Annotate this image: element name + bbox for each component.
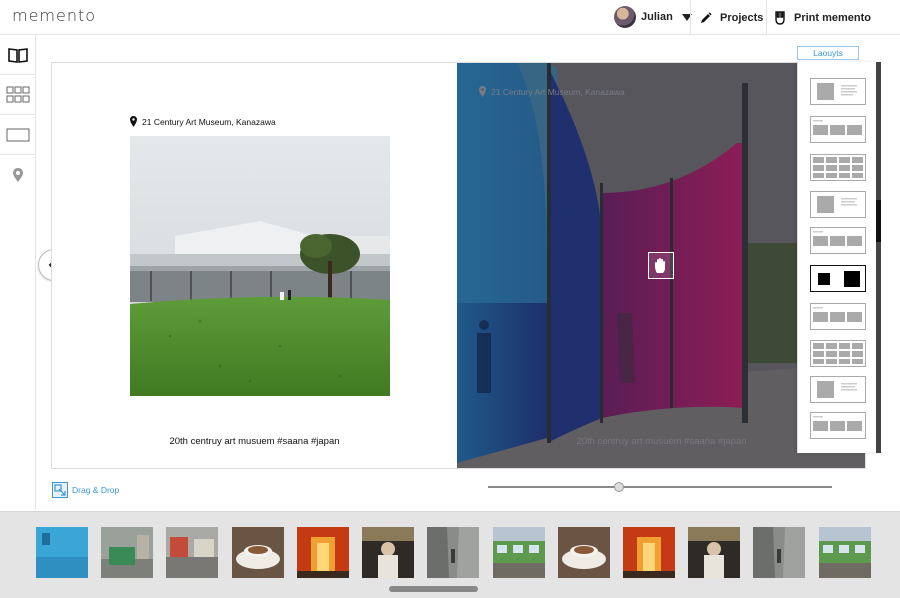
photo-filmstrip	[0, 511, 900, 598]
print-hand-icon	[775, 10, 785, 25]
museum-photo-image	[130, 136, 390, 396]
single-page-icon	[6, 128, 29, 141]
drag-handle[interactable]	[648, 252, 674, 279]
photo-thumbnail-pool[interactable]	[36, 527, 88, 578]
filmstrip-scrollbar[interactable]	[389, 586, 478, 592]
drag-drop-icon	[52, 482, 68, 498]
app-logo[interactable]: memento	[12, 6, 96, 25]
layout-photo-text[interactable]	[810, 78, 866, 105]
divider	[766, 0, 767, 35]
drag-drop-label: Drag & Drop	[72, 485, 120, 495]
location-label: 21 Century Art Museum, Kanazawa	[130, 116, 276, 127]
layout-three-row[interactable]	[810, 116, 866, 143]
divider	[690, 0, 691, 35]
layout-three-row[interactable]	[810, 227, 866, 254]
drag-drop-toggle[interactable]: Drag & Drop	[52, 482, 119, 498]
layout-three-row[interactable]	[810, 303, 866, 330]
pencil-icon	[701, 11, 712, 23]
layout-grid-8[interactable]	[810, 340, 866, 367]
layout-grid-8[interactable]	[810, 154, 866, 181]
photo-thumbnail-street-bus[interactable]	[101, 527, 153, 578]
map-pin-icon	[479, 86, 486, 97]
zoom-slider[interactable]	[488, 486, 832, 488]
projects-label: Projects	[720, 11, 764, 24]
layouts-panel	[797, 62, 878, 453]
map-view-button[interactable]	[0, 155, 35, 195]
top-bar: memento Julian Projects Print memento	[0, 0, 900, 35]
zoom-slider-handle[interactable]	[614, 482, 624, 492]
photo-thumbnail-coffee-cup[interactable]	[558, 527, 610, 578]
location-text: 21 Century Art Museum, Kanazawa	[142, 116, 276, 127]
photo-thumbnail-alley[interactable]	[753, 527, 805, 578]
user-name: Julian	[641, 11, 673, 23]
layouts-scrollbar[interactable]	[876, 62, 881, 453]
book-spread: 21 Century Art Museum, Kanazawa 20th cen…	[51, 62, 866, 469]
user-menu[interactable]: Julian	[614, 5, 692, 29]
caption-text[interactable]: 20th centruy art musuem #saana #japan	[52, 436, 457, 447]
layout-three-row[interactable]	[810, 412, 866, 439]
photo-thumbnail-coffee-cup[interactable]	[232, 527, 284, 578]
projects-button[interactable]: Projects	[700, 0, 763, 35]
map-pin-icon	[12, 168, 23, 182]
layouts-tab[interactable]: Laouyts	[797, 46, 859, 60]
tool-sidebar	[0, 35, 36, 510]
photo-thumbnail-alley[interactable]	[427, 527, 479, 578]
print-memento-button[interactable]: Print memento	[774, 0, 871, 35]
museum-photo[interactable]	[130, 136, 390, 396]
page-view-button[interactable]	[0, 115, 35, 155]
photo-thumbnail-green-train[interactable]	[819, 527, 871, 578]
photo-thumbnail-street-crowd[interactable]	[166, 527, 218, 578]
photo-thumbnail-torii-gates[interactable]	[623, 527, 675, 578]
photo-thumbnail-bar-portrait[interactable]	[362, 527, 414, 578]
avatar	[614, 6, 636, 28]
layout-two-squares[interactable]	[810, 265, 866, 292]
photo-thumbnail-bar-portrait[interactable]	[688, 527, 740, 578]
book-view-button[interactable]	[0, 35, 35, 75]
grid-icon	[6, 86, 29, 102]
photo-thumbnail-torii-gates[interactable]	[297, 527, 349, 578]
photo-thumbnail-green-train[interactable]	[493, 527, 545, 578]
print-memento-label: Print memento	[794, 11, 872, 24]
layout-photo-text[interactable]	[810, 376, 866, 403]
map-pin-icon	[130, 116, 137, 127]
layout-photo-text[interactable]	[810, 191, 866, 218]
open-book-icon	[7, 47, 28, 63]
hand-icon	[655, 257, 665, 273]
grid-view-button[interactable]	[0, 75, 35, 115]
location-text: 21 Century Art Museum, Kanazawa	[491, 86, 625, 97]
location-label: 21 Century Art Museum, Kanazawa	[479, 86, 625, 97]
layouts-scroll-thumb[interactable]	[876, 200, 881, 242]
left-page[interactable]: 21 Century Art Museum, Kanazawa 20th cen…	[52, 63, 457, 468]
